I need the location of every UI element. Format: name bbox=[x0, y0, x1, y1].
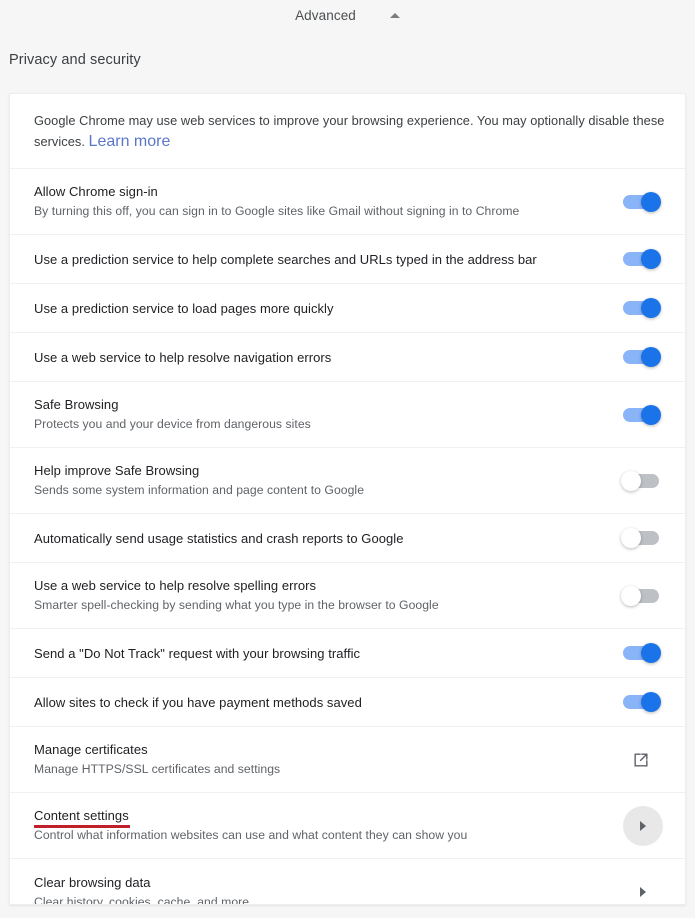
setting-row[interactable]: Allow Chrome sign-in By turning this off,… bbox=[10, 169, 685, 235]
learn-more-link[interactable]: Learn more bbox=[89, 133, 171, 150]
setting-title: Send a "Do Not Track" request with your … bbox=[34, 645, 361, 661]
setting-row-text: Content settings Control what information… bbox=[34, 806, 623, 845]
setting-subtitle: Manage HTTPS/SSL certificates and settin… bbox=[34, 762, 281, 776]
setting-row-text: Clear browsing data Clear history, cookie… bbox=[34, 873, 623, 905]
toggle-switch[interactable] bbox=[623, 643, 661, 663]
setting-row-text: Send a "Do Not Track" request with your … bbox=[34, 644, 623, 663]
setting-row[interactable]: Manage certificates Manage HTTPS/SSL cert… bbox=[10, 727, 685, 793]
setting-subtitle: By turning this off, you can sign in to … bbox=[34, 204, 520, 218]
toggle-knob bbox=[621, 528, 641, 548]
setting-row[interactable]: Content settings Control what information… bbox=[10, 793, 685, 859]
setting-row[interactable]: Use a prediction service to load pages m… bbox=[10, 284, 685, 333]
chevron-up-icon[interactable] bbox=[389, 12, 400, 18]
toggle-switch[interactable] bbox=[623, 298, 661, 318]
setting-row-text: Use a web service to help resolve spelli… bbox=[34, 576, 623, 615]
setting-row-text: Use a web service to help resolve naviga… bbox=[34, 348, 623, 367]
privacy-and-security-card: Google Chrome may use web services to im… bbox=[9, 93, 686, 905]
setting-subtitle: Clear history, cookies, cache, and more bbox=[34, 894, 250, 905]
setting-title: Use a prediction service to help complet… bbox=[34, 251, 537, 267]
toggle-switch[interactable] bbox=[621, 470, 659, 491]
setting-title: Use a web service to help resolve spelli… bbox=[34, 578, 317, 593]
setting-row[interactable]: Use a prediction service to help complet… bbox=[10, 235, 685, 284]
external-link-icon[interactable] bbox=[631, 750, 651, 770]
setting-row-text: Help improve Safe Browsing Sends some sys… bbox=[34, 461, 623, 500]
setting-title: Content settings bbox=[34, 808, 130, 828]
toggle-knob bbox=[641, 692, 661, 712]
toggle-knob bbox=[641, 191, 661, 212]
toggle-knob bbox=[641, 249, 661, 269]
toggle-knob bbox=[641, 347, 661, 367]
setting-title: Allow Chrome sign-in bbox=[34, 184, 158, 199]
settings-page: Advanced Privacy and security Google Chr… bbox=[0, 0, 695, 918]
toggle-switch[interactable] bbox=[623, 249, 661, 269]
setting-row[interactable]: Safe Browsing Protects you and your devic… bbox=[10, 382, 685, 448]
setting-title: Manage certificates bbox=[34, 742, 148, 757]
setting-row-text: Use a prediction service to load pages m… bbox=[34, 299, 623, 318]
setting-row[interactable]: Allow sites to check if you have payment… bbox=[10, 678, 685, 727]
intro-blurb-row: Google Chrome may use web services to im… bbox=[10, 94, 685, 169]
setting-row[interactable]: Clear browsing data Clear history, cookie… bbox=[10, 859, 685, 905]
toggle-switch[interactable] bbox=[621, 585, 659, 606]
setting-subtitle: Smarter spell-checking by sending what y… bbox=[34, 598, 439, 612]
subpage-arrow-button[interactable] bbox=[623, 805, 663, 846]
setting-title: Allow sites to check if you have payment… bbox=[34, 694, 362, 710]
setting-row-text: Allow sites to check if you have payment… bbox=[34, 693, 623, 712]
page-title: Privacy and security bbox=[9, 52, 141, 68]
toggle-switch[interactable] bbox=[623, 404, 661, 425]
setting-subtitle: Sends some system information and page c… bbox=[34, 483, 365, 497]
setting-row-text: Use a prediction service to help complet… bbox=[34, 250, 623, 269]
setting-row-text: Safe Browsing Protects you and your devic… bbox=[34, 395, 623, 434]
setting-row[interactable]: Use a web service to help resolve naviga… bbox=[10, 333, 685, 382]
toggle-switch[interactable] bbox=[621, 528, 659, 548]
setting-row-text: Allow Chrome sign-in By turning this off,… bbox=[34, 182, 623, 221]
toggle-switch[interactable] bbox=[623, 191, 661, 212]
setting-row-text: Automatically send usage statistics and … bbox=[34, 529, 623, 548]
advanced-collapse-header[interactable]: Advanced bbox=[0, 0, 695, 30]
setting-subtitle: Protects you and your device from danger… bbox=[34, 417, 311, 431]
setting-title: Help improve Safe Browsing bbox=[34, 463, 200, 478]
setting-title: Automatically send usage statistics and … bbox=[34, 530, 404, 546]
setting-row-text: Manage certificates Manage HTTPS/SSL cert… bbox=[34, 740, 631, 779]
toggle-switch[interactable] bbox=[623, 692, 661, 712]
setting-subtitle: Control what information websites can us… bbox=[34, 828, 468, 842]
toggle-switch[interactable] bbox=[623, 347, 661, 367]
setting-title: Use a prediction service to load pages m… bbox=[34, 300, 334, 316]
setting-row[interactable]: Use a web service to help resolve spelli… bbox=[10, 563, 685, 629]
toggle-knob bbox=[641, 643, 661, 663]
chevron-right-icon bbox=[640, 887, 646, 897]
toggle-knob bbox=[621, 585, 641, 606]
advanced-label: Advanced bbox=[295, 7, 356, 23]
toggle-knob bbox=[641, 298, 661, 318]
setting-title: Clear browsing data bbox=[34, 874, 151, 890]
chevron-right-icon bbox=[640, 820, 646, 831]
setting-row[interactable]: Automatically send usage statistics and … bbox=[10, 514, 685, 563]
setting-title: Safe Browsing bbox=[34, 397, 119, 412]
setting-title: Use a web service to help resolve naviga… bbox=[34, 349, 332, 365]
toggle-knob bbox=[621, 470, 641, 491]
setting-row[interactable]: Send a "Do Not Track" request with your … bbox=[10, 629, 685, 678]
toggle-knob bbox=[641, 404, 661, 425]
setting-row[interactable]: Help improve Safe Browsing Sends some sys… bbox=[10, 448, 685, 514]
subpage-arrow-button[interactable] bbox=[623, 872, 663, 904]
